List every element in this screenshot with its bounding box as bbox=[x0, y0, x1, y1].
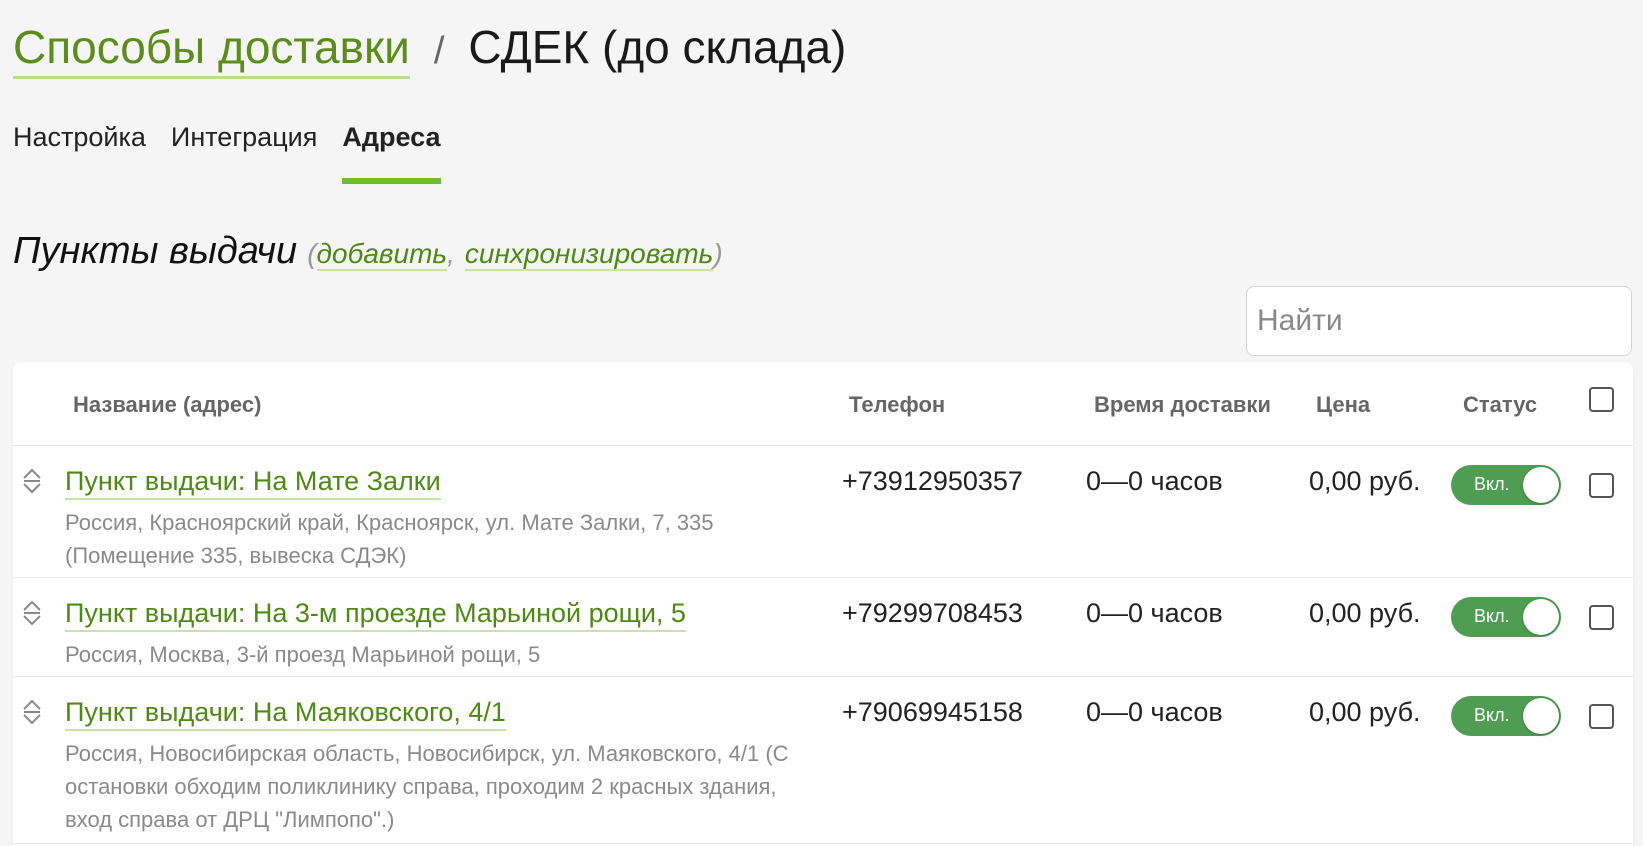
price-cell: 0,00 руб. bbox=[1309, 697, 1421, 727]
status-toggle[interactable]: Вкл. bbox=[1451, 465, 1561, 505]
breadcrumb-separator: / bbox=[433, 30, 445, 72]
column-header-delivery-time: Время доставки bbox=[1094, 392, 1271, 417]
status-toggle-label: Вкл. bbox=[1474, 705, 1510, 725]
status-toggle-label: Вкл. bbox=[1474, 474, 1510, 494]
toggle-knob bbox=[1523, 599, 1559, 635]
delivery-time-cell: 0—0 часов bbox=[1086, 598, 1223, 628]
price-cell: 0,00 руб. bbox=[1309, 598, 1421, 628]
pickup-point-name-link[interactable]: Пункт выдачи: На Маяковского, 4/1 bbox=[65, 695, 506, 731]
pickup-point-address: Россия, Новосибирская область, Новосибир… bbox=[65, 741, 789, 832]
phone-cell: +73912950357 bbox=[842, 466, 1023, 496]
pickup-point-name-link[interactable]: Пункт выдачи: На Мате Залки bbox=[65, 464, 441, 500]
row-select-checkbox[interactable] bbox=[1589, 704, 1614, 729]
table-row: Пункт выдачи: На Мате Залки Россия, Крас… bbox=[13, 446, 1633, 578]
tab-addresses[interactable]: Адреса bbox=[342, 122, 441, 184]
select-all-checkbox[interactable] bbox=[1589, 387, 1614, 412]
row-select-checkbox[interactable] bbox=[1589, 605, 1614, 630]
section-title: Пункты выдачи bbox=[13, 230, 298, 272]
sort-handle-icon[interactable] bbox=[21, 697, 43, 727]
delivery-time-cell: 0—0 часов bbox=[1086, 466, 1223, 496]
tab-bar: Настройка Интеграция Адреса bbox=[13, 122, 466, 184]
page: Способы доставки / СДЕК (до склада) Наст… bbox=[0, 0, 1643, 846]
search-input[interactable] bbox=[1246, 286, 1632, 356]
page-title: СДЕК (до склада) bbox=[468, 21, 847, 73]
row-select-checkbox[interactable] bbox=[1589, 473, 1614, 498]
phone-cell: +79069945158 bbox=[842, 697, 1023, 727]
price-cell: 0,00 руб. bbox=[1309, 466, 1421, 496]
paren-close: ) bbox=[713, 238, 723, 269]
sort-handle-icon[interactable] bbox=[21, 466, 43, 496]
status-toggle[interactable]: Вкл. bbox=[1451, 696, 1561, 736]
pickup-points-table: Название (адрес) Телефон Время доставки … bbox=[13, 362, 1633, 846]
breadcrumb-link-delivery-methods[interactable]: Способы доставки bbox=[13, 18, 410, 79]
status-toggle-label: Вкл. bbox=[1474, 606, 1510, 626]
phone-cell: +79299708453 bbox=[842, 598, 1023, 628]
column-header-name: Название (адрес) bbox=[73, 392, 262, 417]
sync-link[interactable]: синхронизировать bbox=[464, 238, 714, 271]
tab-settings[interactable]: Настройка bbox=[13, 122, 146, 184]
pickup-point-address: Россия, Москва, 3-й проезд Марьиной рощи… bbox=[65, 642, 541, 667]
table-row: Пункт выдачи: На Маяковского, 4/1 Россия… bbox=[13, 677, 1633, 844]
add-link[interactable]: добавить bbox=[316, 238, 448, 271]
delivery-time-cell: 0—0 часов bbox=[1086, 697, 1223, 727]
paren-open: ( bbox=[307, 238, 317, 269]
section-actions: (добавить, синхронизировать) bbox=[307, 238, 723, 271]
tab-integration[interactable]: Интеграция bbox=[171, 122, 317, 184]
toggle-knob bbox=[1523, 467, 1559, 503]
sort-handle-icon[interactable] bbox=[21, 598, 43, 628]
column-header-status: Статус bbox=[1463, 392, 1538, 417]
page-header: Способы доставки / СДЕК (до склада) bbox=[13, 18, 846, 84]
pickup-point-address: Россия, Красноярский край, Красноярск, у… bbox=[65, 510, 714, 568]
status-toggle[interactable]: Вкл. bbox=[1451, 597, 1561, 637]
section-header: Пункты выдачи (добавить, синхронизировать… bbox=[13, 230, 723, 273]
pickup-point-name-link[interactable]: Пункт выдачи: На 3-м проезде Марьиной ро… bbox=[65, 596, 686, 632]
column-header-phone: Телефон bbox=[849, 392, 946, 417]
table-header: Название (адрес) Телефон Время доставки … bbox=[13, 362, 1633, 446]
table-row: Пункт выдачи: На 3-м проезде Марьиной ро… bbox=[13, 578, 1633, 677]
toggle-knob bbox=[1523, 698, 1559, 734]
comma: , bbox=[447, 238, 455, 269]
column-header-price: Цена bbox=[1316, 392, 1371, 417]
